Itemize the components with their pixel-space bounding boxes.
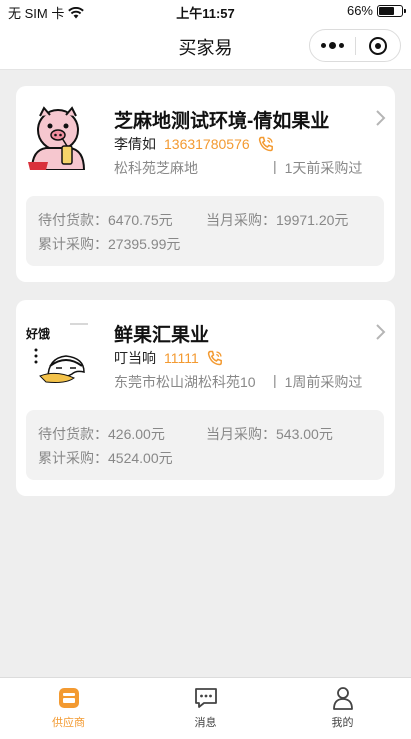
target-icon xyxy=(368,36,387,55)
battery-percent: 66% xyxy=(346,3,373,18)
pending-label: 待付货款： xyxy=(38,212,108,228)
last-purchase: 1天前采购过 xyxy=(284,160,363,176)
supplier-address: 东莞市松山湖松科苑10 xyxy=(114,374,256,390)
contact-phone[interactable]: 11111 xyxy=(164,350,199,366)
last-purchase: 1周前采购过 xyxy=(284,374,363,390)
total-purchase: 累计采购：4524.00元 xyxy=(38,448,173,468)
avatar-text: 好饿 xyxy=(26,326,50,341)
phone-call-icon[interactable] xyxy=(207,350,223,366)
more-dots-icon xyxy=(320,42,344,49)
store-icon xyxy=(58,688,79,708)
supplier-name: 芝麻地测试环境-倩如果业 xyxy=(114,111,330,132)
month-value: 543.00元 xyxy=(276,426,333,442)
month-label: 当月采购： xyxy=(206,212,276,228)
more-button[interactable] xyxy=(310,30,355,61)
total-label: 累计采购： xyxy=(38,236,108,252)
address-separator: | xyxy=(273,372,277,388)
pending-label: 待付货款： xyxy=(38,426,108,442)
tab-label: 消息 xyxy=(194,717,217,729)
monthly-purchase: 当月采购：543.00元 xyxy=(206,424,333,444)
status-right: 66% xyxy=(346,3,406,18)
chevron-right-icon[interactable] xyxy=(373,322,387,342)
battery-icon xyxy=(377,4,406,17)
supplier-address: 松科苑芝麻地 xyxy=(114,160,198,176)
phone-call-icon[interactable] xyxy=(258,136,274,152)
hungry-character-icon: 好饿 xyxy=(26,323,88,383)
tab-label: 供应商 xyxy=(52,717,85,729)
supplier-card[interactable]: 好饿 鲜果汇果业 叮当响 11111 东莞市松山湖松科苑10 | 1周前采购过 … xyxy=(16,300,395,496)
contact-row: 李倩如 13631780576 xyxy=(114,134,274,154)
address-row: 东莞市松山湖松科苑10 | 1周前采购过 xyxy=(114,372,362,392)
address-row: 松科苑芝麻地 | 1天前采购过 xyxy=(114,158,362,178)
pending-value: 426.00元 xyxy=(108,426,165,442)
contact-name: 李倩如 xyxy=(114,136,156,152)
tab-messages[interactable]: 消息 xyxy=(137,678,274,739)
message-icon xyxy=(194,688,217,708)
close-miniprogram-button[interactable] xyxy=(356,30,401,61)
nav-bar: 买家易 xyxy=(0,22,411,70)
total-purchase: 累计采购：27395.99元 xyxy=(38,234,180,254)
status-bar: 无 SIM 卡 上午11:57 66% xyxy=(0,0,411,22)
month-label: 当月采购： xyxy=(206,426,276,442)
pending-payment: 待付货款：6470.75元 xyxy=(38,210,173,230)
total-label: 累计采购： xyxy=(38,450,108,466)
tab-label: 我的 xyxy=(331,717,354,729)
mini-program-capsule xyxy=(309,29,401,62)
user-icon xyxy=(332,687,353,710)
pig-drinking-icon xyxy=(28,106,86,170)
supplier-card[interactable]: 芝麻地测试环境-倩如果业 李倩如 13631780576 松科苑芝麻地 | 1天… xyxy=(16,86,395,282)
pending-value: 6470.75元 xyxy=(108,212,173,228)
contact-row: 叮当响 11111 xyxy=(114,348,223,368)
contact-name: 叮当响 xyxy=(114,350,156,366)
tab-suppliers[interactable]: 供应商 xyxy=(0,678,137,739)
contact-phone[interactable]: 13631780576 xyxy=(164,136,250,152)
chevron-right-icon[interactable] xyxy=(373,108,387,128)
month-value: 19971.20元 xyxy=(276,212,349,228)
total-value: 4524.00元 xyxy=(108,450,173,466)
tab-bar: 供应商 消息 我的 xyxy=(0,677,411,739)
purchase-stats: 待付货款：426.00元 当月采购：543.00元 累计采购：4524.00元 xyxy=(26,410,384,480)
tab-profile[interactable]: 我的 xyxy=(274,678,411,739)
monthly-purchase: 当月采购：19971.20元 xyxy=(206,210,348,230)
purchase-stats: 待付货款：6470.75元 当月采购：19971.20元 累计采购：27395.… xyxy=(26,196,384,266)
supplier-name: 鲜果汇果业 xyxy=(114,325,210,346)
address-separator: | xyxy=(273,158,277,174)
total-value: 27395.99元 xyxy=(108,236,181,252)
pending-payment: 待付货款：426.00元 xyxy=(38,424,165,444)
